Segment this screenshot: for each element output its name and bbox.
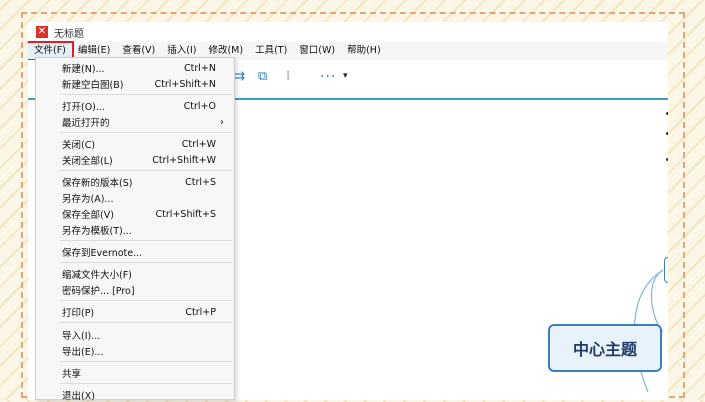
xmind-logo-icon: ✕ bbox=[36, 26, 48, 38]
chevron-right-icon: › bbox=[220, 116, 224, 128]
insert-topic-icon[interactable]: ⇉ bbox=[234, 70, 245, 84]
menu-separator bbox=[60, 361, 232, 362]
menu-item-close[interactable]: 关闭(C) Ctrl+W bbox=[36, 137, 234, 152]
subtopic-node[interactable] bbox=[664, 257, 668, 283]
menu-item-new[interactable]: 新建(N)... Ctrl+N bbox=[36, 61, 234, 76]
canvas-dot bbox=[666, 158, 668, 161]
menu-help[interactable]: 帮助(H) bbox=[341, 43, 387, 59]
menu-item-open[interactable]: 打开(O)... Ctrl+O bbox=[36, 99, 234, 114]
menu-separator bbox=[60, 170, 232, 171]
chevron-down-icon[interactable]: ▾ bbox=[343, 71, 348, 81]
menu-item-print[interactable]: 打印(P) Ctrl+P bbox=[36, 305, 234, 320]
central-topic[interactable]: 中心主题 bbox=[548, 324, 662, 372]
menu-item-save-all[interactable]: 保存全部(V) Ctrl+Shift+S bbox=[36, 207, 234, 222]
menu-item-export[interactable]: 导出(E)... bbox=[36, 344, 234, 358]
menu-item-import[interactable]: 导入(I)... bbox=[36, 328, 234, 342]
menu-separator bbox=[60, 240, 232, 241]
menu-separator bbox=[60, 94, 232, 95]
title-bar: ✕ 无标题 bbox=[28, 22, 668, 42]
menu-item-save-as[interactable]: 另存为(A)... bbox=[36, 191, 234, 205]
menu-item-evernote[interactable]: 保存到Evernote... bbox=[36, 245, 234, 259]
menu-separator bbox=[60, 383, 232, 384]
menu-separator bbox=[60, 300, 232, 301]
menu-item-new-blank[interactable]: 新建空白图(B) Ctrl+Shift+N bbox=[36, 77, 234, 92]
menu-separator bbox=[60, 322, 232, 323]
more-tools-icon[interactable]: ··· bbox=[320, 69, 336, 85]
menu-separator bbox=[60, 132, 232, 133]
menu-item-save[interactable]: 保存新的版本(S) Ctrl+S bbox=[36, 175, 234, 190]
menu-item-reduce-size[interactable]: 缩减文件大小(F) bbox=[36, 267, 234, 281]
canvas-dot bbox=[666, 112, 668, 115]
menu-item-close-all[interactable]: 关闭全部(L) Ctrl+Shift+W bbox=[36, 153, 234, 168]
window-title: 无标题 bbox=[54, 28, 84, 40]
canvas-dot bbox=[666, 132, 668, 135]
menu-window[interactable]: 窗口(W) bbox=[293, 43, 341, 59]
menu-separator bbox=[60, 262, 232, 263]
menu-item-password[interactable]: 密码保护... [Pro] bbox=[36, 283, 234, 297]
summary-icon[interactable]: ⁞ bbox=[286, 70, 290, 84]
menu-item-recent[interactable]: 最近打开的 › bbox=[36, 115, 234, 130]
menu-item-share[interactable]: 共享 bbox=[36, 366, 234, 380]
relationship-icon[interactable]: ⧉ bbox=[258, 70, 267, 84]
menu-tools[interactable]: 工具(T) bbox=[249, 43, 293, 59]
central-topic-label: 中心主题 bbox=[572, 340, 637, 359]
menu-item-save-template[interactable]: 另存为模板(T)... bbox=[36, 223, 234, 237]
file-menu-dropdown: 新建(N)... Ctrl+N 新建空白图(B) Ctrl+Shift+N 打开… bbox=[35, 57, 235, 402]
